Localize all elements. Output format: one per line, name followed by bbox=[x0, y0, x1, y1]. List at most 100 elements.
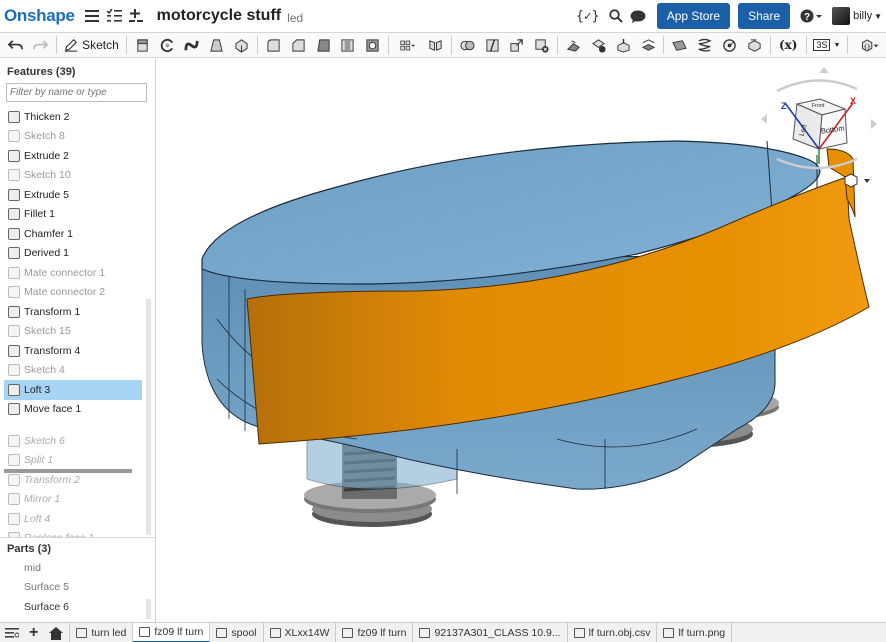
help-icon[interactable]: ? bbox=[798, 5, 824, 27]
variable-icon[interactable]: (x) bbox=[776, 36, 800, 54]
delete-face-icon[interactable] bbox=[589, 36, 609, 54]
feature-item-rolled-back[interactable]: Sketch 6 bbox=[0, 431, 146, 451]
feature-item[interactable]: Extrude 5 bbox=[0, 185, 146, 205]
fillet-icon[interactable] bbox=[264, 36, 284, 54]
replace-face-icon[interactable] bbox=[638, 36, 658, 54]
model-canvas[interactable]: Z X Front Left Bottom bbox=[157, 59, 886, 622]
transform-icon[interactable] bbox=[507, 36, 527, 54]
feature-filter-input[interactable] bbox=[6, 83, 147, 102]
draft-icon[interactable] bbox=[313, 36, 333, 54]
feature-item-rolled-back[interactable]: Replace face 1 bbox=[0, 529, 146, 537]
document-tab[interactable]: spool bbox=[210, 622, 264, 642]
parts-list-scrollbar[interactable] bbox=[146, 599, 151, 619]
feature-list[interactable]: Thicken 2 Sketch 8 Extrude 2 Sketch 10 Extru… bbox=[0, 107, 146, 537]
workspace-name[interactable]: led bbox=[287, 11, 303, 25]
feature-label: Sketch 8 bbox=[24, 130, 65, 143]
document-tab[interactable]: fz09 lf turn bbox=[133, 622, 211, 642]
delete-part-icon[interactable] bbox=[532, 36, 552, 54]
assembly-icon bbox=[342, 627, 354, 638]
feature-item[interactable]: Sketch 4 bbox=[0, 361, 146, 381]
part-item[interactable]: Surface 6 bbox=[24, 601, 69, 613]
helix-icon[interactable] bbox=[695, 36, 715, 54]
feature-type-icon bbox=[8, 286, 20, 299]
feature-list-scrollbar[interactable] bbox=[146, 299, 151, 535]
feature-item-rolled-back[interactable]: Loft 4 bbox=[0, 509, 146, 529]
document-tab[interactable]: lf turn.png bbox=[657, 622, 733, 642]
feature-item[interactable]: Loft 3 bbox=[4, 380, 142, 400]
onshape-logo[interactable]: Onshape bbox=[4, 6, 75, 26]
revolve-icon[interactable] bbox=[157, 36, 177, 54]
split-icon[interactable] bbox=[482, 36, 502, 54]
feature-item[interactable]: Extrude 2 bbox=[0, 146, 146, 166]
pattern-icon[interactable] bbox=[395, 36, 421, 54]
mate-connector-icon[interactable] bbox=[720, 36, 740, 54]
plane-icon[interactable] bbox=[670, 36, 690, 54]
document-tab[interactable]: 92137A301_CLASS 10.9... bbox=[413, 622, 568, 642]
tab-manager-icon[interactable] bbox=[0, 623, 24, 642]
app-store-button[interactable]: App Store bbox=[656, 3, 731, 29]
partstudio-icon bbox=[139, 626, 151, 637]
document-tab[interactable]: XLxx14W bbox=[264, 622, 337, 642]
feature-item-rolled-back[interactable]: Mirror 1 bbox=[0, 490, 146, 510]
sketch-button[interactable]: Sketch bbox=[60, 38, 123, 52]
feature-item[interactable]: Move face 1 bbox=[0, 400, 146, 420]
feature-item[interactable]: Mate connector 2 bbox=[0, 283, 146, 303]
tab-label: XLxx14W bbox=[284, 626, 330, 639]
part-item[interactable]: mid bbox=[24, 562, 41, 574]
feature-item[interactable]: Derived 1 bbox=[0, 244, 146, 264]
chamfer-icon[interactable] bbox=[288, 36, 308, 54]
loft-icon[interactable] bbox=[207, 36, 227, 54]
feature-item[interactable]: Chamfer 1 bbox=[0, 224, 146, 244]
feature-item[interactable]: Transform 4 bbox=[0, 341, 146, 361]
view-rotate-left-icon bbox=[761, 114, 767, 124]
boolean-icon[interactable] bbox=[457, 36, 477, 54]
document-tab[interactable]: turn led bbox=[70, 622, 134, 642]
feature-item[interactable]: Mate connector 1 bbox=[0, 263, 146, 283]
mirror-icon[interactable] bbox=[426, 36, 446, 54]
feature-item-rolled-back[interactable]: Split 1 bbox=[0, 451, 146, 471]
feature-item[interactable]: Transform 1 bbox=[0, 302, 146, 322]
redo-icon[interactable] bbox=[31, 36, 51, 54]
shell-icon[interactable] bbox=[363, 36, 383, 54]
sweep-icon[interactable] bbox=[182, 36, 202, 54]
feature-item[interactable]: Sketch 10 bbox=[0, 166, 146, 186]
search-icon[interactable] bbox=[605, 5, 627, 27]
thicken-icon[interactable] bbox=[232, 36, 252, 54]
feature-type-icon bbox=[8, 344, 20, 357]
part-item[interactable]: Surface 5 bbox=[24, 581, 69, 593]
feature-item[interactable]: Sketch 8 bbox=[0, 127, 146, 147]
modify-fillet-icon[interactable] bbox=[564, 36, 584, 54]
move-face-icon[interactable] bbox=[613, 36, 633, 54]
user-menu[interactable]: billy ▼ bbox=[832, 7, 882, 25]
feature-label: Mate connector 2 bbox=[24, 286, 106, 299]
document-tab[interactable]: fz09 lf turn bbox=[336, 622, 414, 642]
folder-icon bbox=[76, 627, 88, 638]
undo-icon[interactable] bbox=[6, 36, 26, 54]
feature-list-icon[interactable] bbox=[103, 5, 125, 27]
add-tab-icon[interactable]: + bbox=[24, 623, 43, 642]
home-icon[interactable] bbox=[43, 622, 71, 642]
user-name: billy bbox=[853, 10, 873, 22]
document-tab[interactable]: lf turn.obj.csv bbox=[568, 622, 658, 642]
axis-x-label: X bbox=[850, 96, 856, 106]
graphics-viewport[interactable]: Z X Front Left Bottom bbox=[157, 59, 886, 622]
derived-icon[interactable] bbox=[745, 36, 765, 54]
rollback-bar[interactable] bbox=[4, 469, 132, 473]
rib-icon[interactable] bbox=[338, 36, 358, 54]
feature-studio-icon[interactable]: 3S ▼ bbox=[812, 36, 841, 54]
share-button[interactable]: Share bbox=[738, 3, 791, 29]
comments-icon[interactable] bbox=[627, 5, 649, 27]
feature-type-icon bbox=[8, 493, 20, 506]
chevron-down-icon: ▼ bbox=[874, 11, 882, 21]
document-title[interactable]: motorcycle stuff bbox=[157, 7, 281, 25]
feature-item[interactable]: Sketch 15 bbox=[0, 322, 146, 342]
feature-item[interactable]: Thicken 2 bbox=[0, 107, 146, 127]
extrude-icon[interactable] bbox=[132, 36, 152, 54]
hamburger-menu-icon[interactable] bbox=[81, 5, 103, 27]
feature-toolbar: Sketch (x) 3S ▼ {} bbox=[0, 33, 886, 58]
custom-features-icon[interactable]: {} bbox=[854, 36, 883, 54]
feature-item[interactable]: Fillet 1 bbox=[0, 205, 146, 225]
variables-icon[interactable]: {✓} bbox=[576, 5, 599, 27]
insert-icon[interactable] bbox=[125, 5, 147, 27]
chevron-down-icon: ▼ bbox=[833, 41, 841, 49]
